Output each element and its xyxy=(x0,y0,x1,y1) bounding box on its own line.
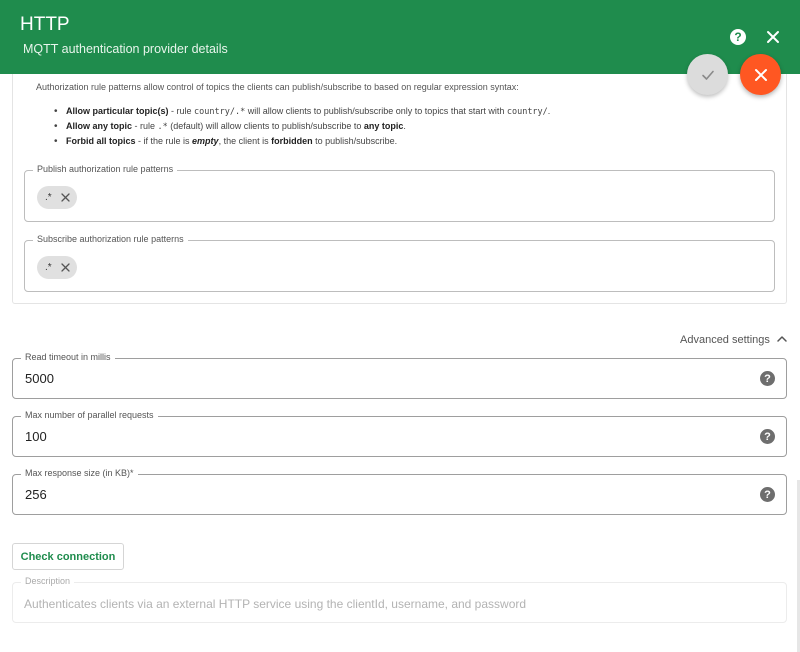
advanced-settings-toggle[interactable]: Advanced settings xyxy=(680,334,770,346)
help-icon[interactable]: ? xyxy=(760,429,775,444)
publish-patterns-field[interactable]: Publish authorization rule patterns .* xyxy=(24,164,775,222)
read-timeout-label: Read timeout in millis xyxy=(21,352,115,362)
description-value: Authenticates clients via an external HT… xyxy=(24,597,527,611)
authorization-intro: Authorization rule patterns allow contro… xyxy=(36,82,519,92)
help-icon[interactable]: ? xyxy=(760,487,775,502)
rule-item: Allow particular topic(s) - rule country… xyxy=(54,104,550,119)
help-icon[interactable]: ? xyxy=(760,371,775,386)
question-circle-icon: ? xyxy=(730,29,746,45)
close-icon xyxy=(767,31,779,43)
max-parallel-requests-label: Max number of parallel requests xyxy=(21,410,158,420)
pattern-chip: .* xyxy=(37,256,77,279)
dialog-header: HTTP MQTT authentication provider detail… xyxy=(0,0,800,74)
rule-item: Forbid all topics - if the rule is empty… xyxy=(54,134,550,149)
publish-patterns-label: Publish authorization rule patterns xyxy=(33,164,178,174)
max-parallel-requests-input[interactable] xyxy=(25,429,725,444)
max-response-size-label: Max response size (in KB)* xyxy=(21,468,138,478)
dialog-title: HTTP xyxy=(20,14,70,35)
subscribe-patterns-field[interactable]: Subscribe authorization rule patterns .* xyxy=(24,234,775,292)
description-label: Description xyxy=(21,576,75,586)
read-timeout-field: Read timeout in millis ? xyxy=(12,352,787,399)
help-button[interactable]: ? xyxy=(727,26,749,48)
close-icon[interactable] xyxy=(60,262,71,273)
description-field[interactable]: Description Authenticates clients via an… xyxy=(12,576,787,623)
rule-item: Allow any topic - rule .* (default) will… xyxy=(54,119,550,134)
subscribe-patterns-label: Subscribe authorization rule patterns xyxy=(33,234,188,244)
chevron-up-icon[interactable] xyxy=(776,333,788,345)
read-timeout-input[interactable] xyxy=(25,371,725,386)
close-icon[interactable] xyxy=(60,192,71,203)
chip-label: .* xyxy=(45,192,52,203)
max-parallel-requests-field: Max number of parallel requests ? xyxy=(12,410,787,457)
check-connection-button[interactable]: Check connection xyxy=(12,543,124,570)
authorization-rules-list: Allow particular topic(s) - rule country… xyxy=(54,104,550,149)
pattern-chip: .* xyxy=(37,186,77,209)
max-response-size-input[interactable] xyxy=(25,487,725,502)
max-response-size-field: Max response size (in KB)* ? xyxy=(12,468,787,515)
dialog-subtitle: MQTT authentication provider details xyxy=(23,42,228,56)
close-dialog-button[interactable] xyxy=(762,26,784,48)
chip-label: .* xyxy=(45,262,52,273)
